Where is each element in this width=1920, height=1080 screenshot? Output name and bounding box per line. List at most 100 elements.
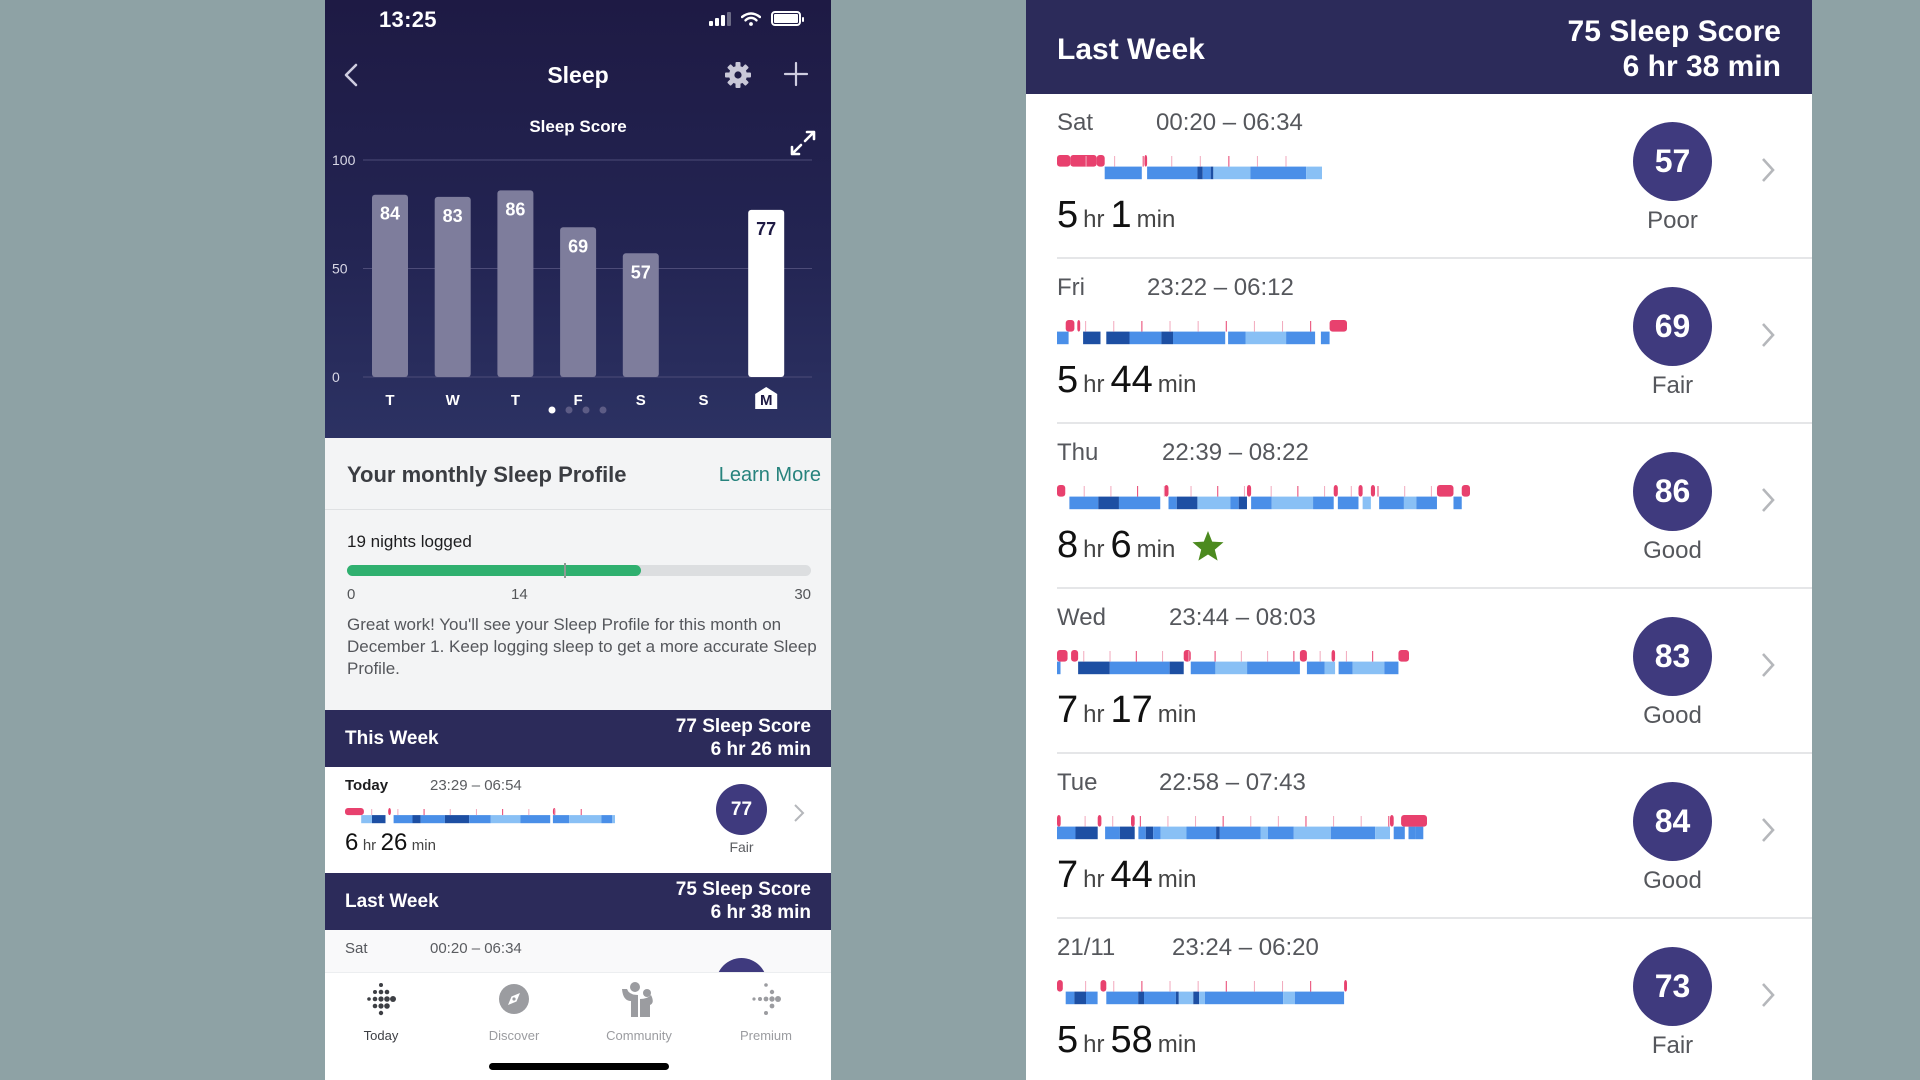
page-dot [582,406,590,414]
sleep-stage-segment [1065,991,1075,1005]
learn-more-link[interactable]: Learn More [719,464,821,487]
sleep-stage-segment [1176,496,1198,510]
restless-tick [1085,321,1087,332]
restless-tick [1137,486,1139,497]
sleep-stages-bar [1057,485,1470,510]
sleep-entry-row[interactable]: Thu 22:39 – 08:22 8 hr 6 min 86 Good [1026,424,1812,589]
chart-title: Sleep Score [529,117,627,136]
restless-tick [1282,981,1284,992]
chevron-right-icon [1762,818,1775,842]
sleep-entry-row[interactable]: Fri 23:22 – 06:12 5 hr 44 min 69 Fair [1026,259,1812,424]
progress-milestone-label: 14 [511,586,528,603]
sleep-entry-row[interactable]: Wed 23:44 – 08:03 7 hr 17 min 83 Good [1026,589,1812,754]
tab-community[interactable]: Community [584,981,694,1043]
sleep-stage-segment [1193,991,1200,1005]
entry-day: Sat [1057,109,1094,136]
restless-tick [1169,321,1171,332]
awake-segment [1436,485,1454,497]
sleep-stage-segment [1379,496,1404,510]
awake-segment [1183,650,1191,662]
restless-tick [1240,651,1242,662]
sleep-stage-segment [1145,826,1154,840]
sleep-stage-segment [1313,496,1334,510]
last-week-header: Last Week 75 Sleep Score 6 hr 38 min [325,873,831,930]
sleep-stage-segment [1147,166,1198,180]
restless-tick [1142,156,1144,167]
milestone-marker [563,563,566,578]
this-week-duration: 6 hr 26 min [710,739,811,760]
status-icons [709,11,804,26]
sleep-score-badge: 84 [1633,782,1712,861]
sleep-stage-segment [1197,496,1231,510]
awake-segment [1358,485,1363,497]
add-button[interactable] [780,58,812,90]
sleep-entry-today[interactable]: Today 23:29 – 06:54 6 hr 26 min 77 Fair [325,767,831,873]
restless-tick [1285,156,1287,167]
last-week-score: 75 Sleep Score [675,879,811,900]
sleep-stages-bar [1057,980,1347,1005]
restless-tick [502,809,504,816]
tab-today[interactable]: Today [326,981,436,1043]
restless-tick [475,809,477,816]
sleep-score-badge: 83 [1633,617,1712,696]
restless-tick [1377,486,1379,497]
battery-icon [771,11,804,26]
sleep-stage-segment [1393,826,1405,840]
sleep-entry-row[interactable]: 21/11 23:24 – 06:20 5 hr 58 min 73 Fair [1026,919,1812,1080]
page-dot [548,406,556,414]
sleep-profile-card: Your monthly Sleep Profile Learn More 19… [325,438,831,710]
sleep-stage-segment [1293,826,1331,840]
entry-time-range: 22:58 – 07:43 [1159,769,1306,796]
settings-gear-icon[interactable] [723,60,753,90]
restless-tick [1167,816,1169,827]
restless-tick [1171,156,1173,167]
sleep-rating: Good [1643,537,1702,564]
restless-tick [1162,651,1164,662]
fitbit-dots-icon [367,983,396,1016]
bar-value-label: 77 [756,219,776,239]
sleep-entry-row[interactable]: Sat 00:20 – 06:34 5 hr 1 min 57 Poor [1026,94,1812,259]
awake-segment [1246,485,1252,497]
tab-premium[interactable]: Premium [711,981,821,1043]
awake-segment [1077,320,1081,332]
restless-tick [1282,321,1284,332]
sleep-stage-segment [1324,661,1336,675]
sleep-stage-segment [1109,661,1170,675]
sleep-entry-row[interactable]: Tue 22:58 – 07:43 7 hr 44 min 84 Good [1026,754,1812,919]
sleep-stage-segment [1230,496,1239,510]
last-week-summary: 75 Sleep Score 6 hr 38 min [1568,14,1781,84]
page-dot [599,406,607,414]
nights-progress-fill [347,565,641,576]
restless-tick [1169,981,1171,992]
sleep-stage-segment [601,815,613,824]
bar-value-label: 84 [380,204,400,224]
sleep-stage-segment [1069,496,1099,510]
cellular-signal-icon [709,11,731,26]
sleep-stage-segment [1267,826,1294,840]
sleep-stage-segment [1118,496,1161,510]
sleep-stage-segment [1416,496,1437,510]
progress-max-label: 30 [794,586,811,603]
awake-segment [1344,980,1347,992]
sleep-stage-segment [1216,826,1220,840]
entry-time-range: 00:20 – 06:34 [430,940,522,957]
sleep-stage-segment [1271,496,1314,510]
chevron-right-icon [1762,323,1775,347]
restless-tick [1217,486,1219,497]
entry-duration: 5 hr 1 min [1057,194,1176,236]
awake-segment [1398,650,1409,662]
awake-segment [1333,485,1338,497]
sleep-stage-segment [469,815,491,824]
tab-discover[interactable]: Discover [459,981,569,1043]
awake-segment [1299,650,1307,662]
restless-tick [1277,816,1279,827]
sleep-stage-segment [1104,166,1142,180]
awake-segment [1370,485,1376,497]
awake-segment [388,808,391,816]
page-dot [565,406,573,414]
restless-tick [1139,816,1141,827]
goal-star-icon [1192,530,1224,561]
tab-label: Today [363,1028,399,1043]
sleep-stage-segment [1250,166,1307,180]
chevron-right-icon [1762,488,1775,512]
